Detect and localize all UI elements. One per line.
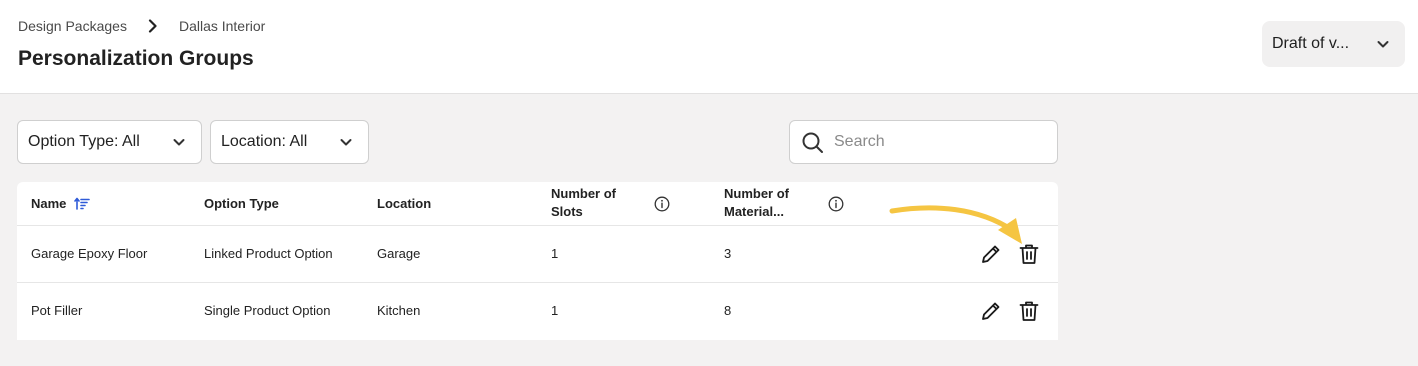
column-header-materials: Number of Material... bbox=[724, 185, 814, 221]
option-type-filter[interactable]: Option Type: All bbox=[17, 120, 202, 164]
cell-slots: 1 bbox=[551, 246, 559, 261]
chevron-right-icon bbox=[147, 18, 159, 34]
breadcrumb-parent-link[interactable]: Design Packages bbox=[18, 18, 127, 34]
chevron-down-icon bbox=[1375, 36, 1391, 52]
column-header-materials-label: Number of Material... bbox=[724, 186, 789, 219]
sort-ascending-icon[interactable] bbox=[74, 196, 91, 212]
version-select-value: Draft of v... bbox=[1272, 35, 1350, 52]
table-row: Pot Filler Single Product Option Kitchen… bbox=[17, 283, 1058, 340]
version-select[interactable]: Draft of v... bbox=[1262, 21, 1405, 67]
info-icon[interactable] bbox=[828, 196, 844, 212]
breadcrumb: Design Packages Dallas Interior bbox=[18, 18, 265, 34]
column-header-option-type: Option Type bbox=[204, 196, 279, 211]
column-header-slots: Number of Slots bbox=[551, 186, 616, 219]
location-filter-label: Location: All bbox=[221, 133, 308, 150]
cell-name: Pot Filler bbox=[31, 303, 83, 318]
breadcrumb-current: Dallas Interior bbox=[178, 18, 266, 34]
info-icon[interactable] bbox=[654, 196, 670, 212]
trash-icon[interactable] bbox=[1017, 299, 1041, 323]
column-header-name-label: Name bbox=[31, 196, 67, 211]
page-title: Personalization Groups bbox=[18, 47, 254, 70]
search-icon bbox=[801, 131, 825, 155]
pencil-icon[interactable] bbox=[979, 242, 1003, 266]
cell-option-type: Single Product Option bbox=[204, 303, 331, 318]
cell-slots: 1 bbox=[551, 303, 559, 318]
table-row: Garage Epoxy Floor Linked Product Option… bbox=[17, 226, 1058, 283]
cell-name: Garage Epoxy Floor bbox=[31, 246, 148, 261]
chevron-down-icon bbox=[338, 134, 354, 150]
table-header: Name Option Type Location Number of Slot… bbox=[17, 182, 1058, 226]
column-header-location: Location bbox=[377, 196, 432, 211]
search-box bbox=[789, 120, 1058, 164]
groups-table: Name Option Type Location Number of Slot… bbox=[17, 182, 1058, 340]
chevron-down-icon bbox=[171, 134, 187, 150]
cell-materials: 3 bbox=[724, 246, 732, 261]
page-header: Design Packages Dallas Interior Personal… bbox=[0, 0, 1418, 94]
cell-location: Kitchen bbox=[377, 303, 421, 318]
trash-icon[interactable] bbox=[1017, 242, 1041, 266]
search-input[interactable] bbox=[834, 131, 1044, 153]
option-type-filter-label: Option Type: All bbox=[28, 133, 140, 150]
location-filter[interactable]: Location: All bbox=[210, 120, 369, 164]
column-header-name[interactable]: Name bbox=[31, 195, 91, 213]
cell-option-type: Linked Product Option bbox=[204, 246, 333, 261]
cell-materials: 8 bbox=[724, 303, 732, 318]
cell-location: Garage bbox=[377, 246, 421, 261]
pencil-icon[interactable] bbox=[979, 299, 1003, 323]
